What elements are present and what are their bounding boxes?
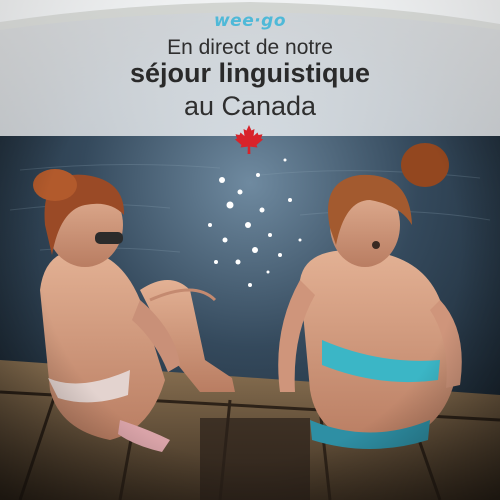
brand-logo: wee·go	[213, 11, 287, 31]
headline-line-1: En direct de notre	[167, 36, 333, 59]
headline-banner: wee·go En direct de notre séjour linguis…	[0, 0, 500, 136]
headline-line-3: au Canada	[183, 91, 317, 121]
maple-leaf-icon	[235, 125, 263, 154]
post-image: wee·go En direct de notre séjour linguis…	[0, 0, 500, 500]
headline-line-2: séjour linguistique	[129, 58, 371, 88]
